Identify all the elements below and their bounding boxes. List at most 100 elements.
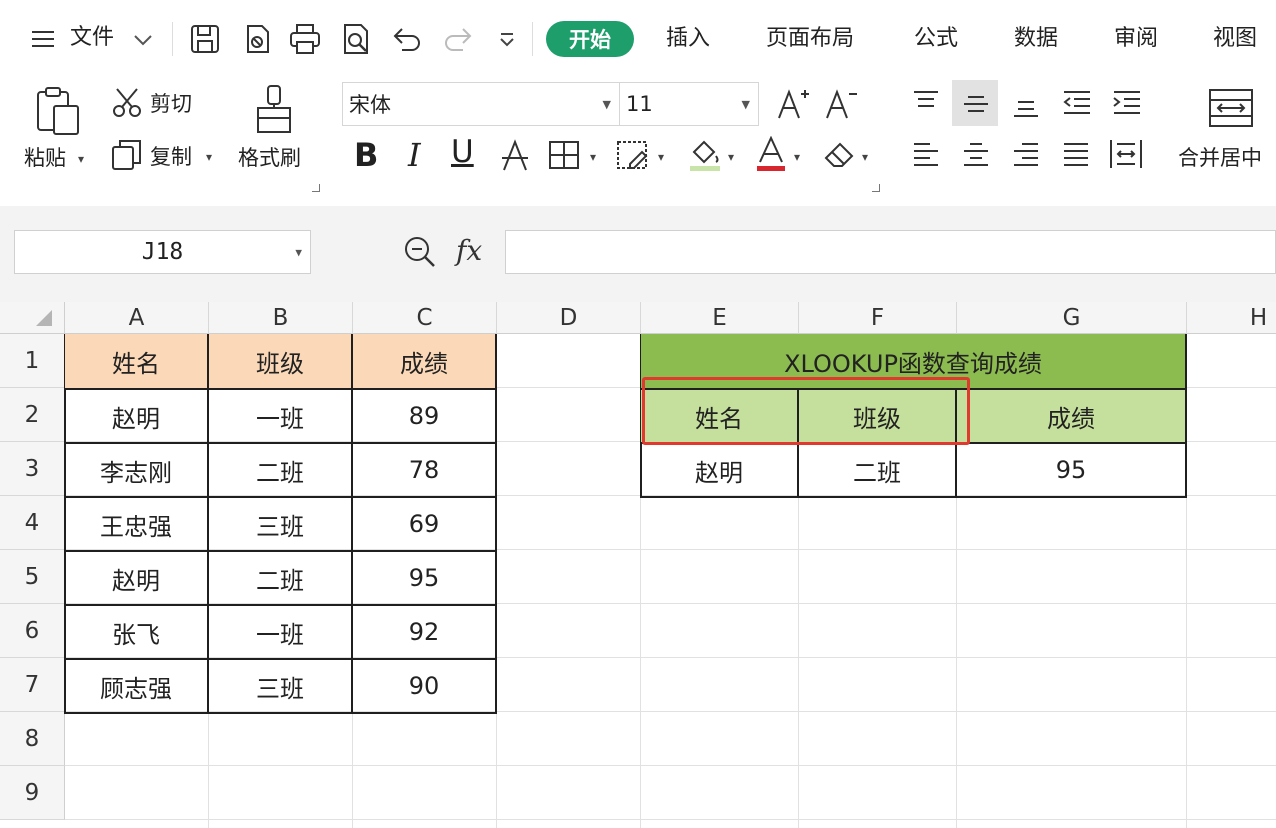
align-right-icon[interactable] (1010, 140, 1042, 174)
save-icon[interactable] (188, 22, 222, 56)
insert-function-button[interactable]: fx (456, 234, 482, 267)
chevron-down-icon[interactable]: ▼ (295, 246, 302, 259)
align-middle-button[interactable] (952, 80, 998, 126)
align-top-icon[interactable] (910, 88, 942, 122)
cell-e2-header[interactable]: 姓名 (641, 390, 799, 444)
cell-b6[interactable]: 一班 (209, 606, 353, 660)
cell-f3[interactable]: 二班 (799, 444, 957, 498)
column-header-g[interactable]: G (957, 302, 1187, 334)
undo-icon[interactable] (390, 22, 424, 56)
font-group-launcher[interactable] (872, 184, 880, 192)
cell-e3[interactable]: 赵明 (641, 444, 799, 498)
font-color-dropdown-icon[interactable]: ▾ (794, 150, 800, 164)
align-left-icon[interactable] (910, 140, 942, 174)
row-header-4[interactable]: 4 (0, 496, 65, 550)
format-painter-button[interactable]: 格式刷 (238, 148, 301, 169)
paste-dropdown-icon[interactable]: ▾ (78, 152, 84, 166)
cell-b7[interactable]: 三班 (209, 660, 353, 714)
column-header-c[interactable]: C (353, 302, 497, 334)
lookup-title-cell[interactable]: XLOOKUP函数查询成绩 (641, 334, 1187, 390)
cut-button[interactable]: 剪切 (150, 94, 192, 115)
zoom-search-icon[interactable] (402, 234, 438, 274)
cell-b4[interactable]: 三班 (209, 498, 353, 552)
cell-c6[interactable]: 92 (353, 606, 497, 660)
copy-dropdown-icon[interactable]: ▾ (206, 150, 212, 164)
column-header-f[interactable]: F (799, 302, 957, 334)
eraser-dropdown-icon[interactable]: ▾ (862, 150, 868, 164)
cell-c7[interactable]: 90 (353, 660, 497, 714)
decrease-font-size-icon[interactable] (824, 86, 858, 124)
cell-c1-header[interactable]: 成绩 (353, 334, 497, 390)
tab-data[interactable]: 数据 (1014, 28, 1058, 50)
cell-a5[interactable]: 赵明 (65, 552, 209, 606)
customize-dropdown-icon[interactable] (498, 32, 516, 52)
cell-c3[interactable]: 78 (353, 444, 497, 498)
cell-a6[interactable]: 张飞 (65, 606, 209, 660)
hamburger-icon[interactable] (30, 28, 56, 54)
column-header-h[interactable]: H (1187, 302, 1276, 334)
cell-b2[interactable]: 一班 (209, 390, 353, 444)
underline-button[interactable]: U (451, 134, 474, 170)
fill-color-icon[interactable] (688, 136, 722, 176)
row-header-3[interactable]: 3 (0, 442, 65, 496)
cell-b3[interactable]: 二班 (209, 444, 353, 498)
redo-icon[interactable] (441, 22, 475, 56)
row-header-9[interactable]: 9 (0, 766, 65, 820)
decrease-indent-icon[interactable] (1060, 88, 1094, 122)
cell-style-dropdown-icon[interactable]: ▾ (658, 150, 664, 164)
cell-a7[interactable]: 顾志强 (65, 660, 209, 714)
cell-a4[interactable]: 王忠强 (65, 498, 209, 552)
formula-input[interactable] (505, 230, 1276, 274)
cell-g3[interactable]: 95 (957, 444, 1187, 498)
align-bottom-icon[interactable] (1010, 90, 1042, 124)
row-header-2[interactable]: 2 (0, 388, 65, 442)
borders-icon[interactable] (548, 140, 580, 174)
merge-center-button[interactable]: 合并居中 (1178, 148, 1262, 169)
tab-start[interactable]: 开始 (546, 21, 634, 57)
cell-c2[interactable]: 89 (353, 390, 497, 444)
font-name-select[interactable]: 宋体 ▼ (342, 82, 620, 126)
format-painter-icon[interactable] (254, 84, 294, 136)
column-header-a[interactable]: A (65, 302, 209, 334)
file-menu[interactable]: 文件 (70, 27, 114, 49)
cell-c5[interactable]: 95 (353, 552, 497, 606)
cell-style-icon[interactable] (616, 140, 650, 174)
print-preview-icon[interactable] (339, 22, 373, 56)
cell-b5[interactable]: 二班 (209, 552, 353, 606)
increase-font-size-icon[interactable] (776, 86, 810, 124)
column-header-d[interactable]: D (497, 302, 641, 334)
chevron-down-icon[interactable] (133, 32, 153, 51)
name-box[interactable]: J18 ▼ (14, 230, 311, 274)
tab-insert[interactable]: 插入 (666, 28, 710, 50)
row-header-1[interactable]: 1 (0, 334, 65, 388)
borders-dropdown-icon[interactable]: ▾ (590, 150, 596, 164)
copy-button[interactable]: 复制 (150, 147, 192, 168)
fill-color-dropdown-icon[interactable]: ▾ (728, 150, 734, 164)
eraser-icon[interactable] (822, 140, 858, 174)
paste-icon[interactable] (34, 86, 82, 136)
row-header-6[interactable]: 6 (0, 604, 65, 658)
clipboard-group-launcher[interactable] (312, 184, 320, 192)
cell-a2[interactable]: 赵明 (65, 390, 209, 444)
font-color-icon[interactable] (756, 135, 786, 176)
scissors-icon[interactable] (110, 86, 144, 120)
row-header-7[interactable]: 7 (0, 658, 65, 712)
print-icon[interactable] (288, 22, 322, 56)
row-header-8[interactable]: 8 (0, 712, 65, 766)
tab-review[interactable]: 审阅 (1114, 28, 1158, 50)
tab-view[interactable]: 视图 (1213, 28, 1257, 50)
column-header-e[interactable]: E (641, 302, 799, 334)
select-all-corner[interactable] (0, 302, 65, 334)
export-icon[interactable] (240, 22, 274, 56)
cell-a3[interactable]: 李志刚 (65, 444, 209, 498)
row-header-5[interactable]: 5 (0, 550, 65, 604)
font-size-select[interactable]: 11 ▼ (619, 82, 759, 126)
column-header-b[interactable]: B (209, 302, 353, 334)
italic-button[interactable]: I (408, 136, 421, 174)
align-center-icon[interactable] (960, 140, 992, 174)
cell-a1-header[interactable]: 姓名 (65, 334, 209, 390)
cell-g2-header[interactable]: 成绩 (957, 390, 1187, 444)
merge-center-icon[interactable] (1208, 88, 1254, 132)
bold-button[interactable]: B (354, 136, 378, 174)
tab-formulas[interactable]: 公式 (914, 28, 958, 50)
